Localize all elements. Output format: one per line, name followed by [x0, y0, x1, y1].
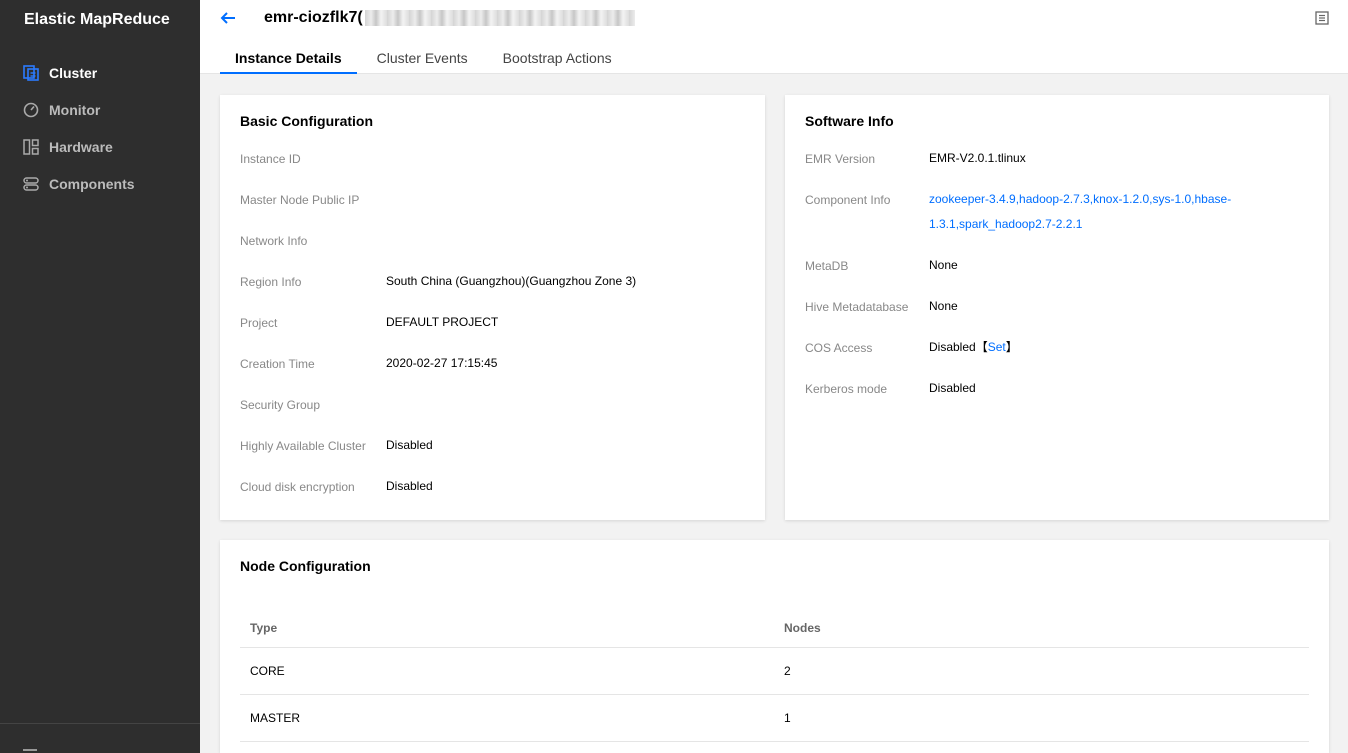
- card-title: Software Info: [805, 113, 894, 129]
- sidebar-item-label: Monitor: [49, 101, 101, 118]
- emr-version-label: EMR Version: [805, 152, 876, 166]
- ha-cluster-value: Disabled: [386, 438, 433, 452]
- cluster-icon: [23, 64, 39, 81]
- bracket-open: 【: [975, 340, 988, 354]
- network-info-label: Network Info: [240, 234, 308, 248]
- node-type: CORE: [250, 664, 285, 678]
- component-info-link-line2[interactable]: 1.3.1,spark_hadoop2.7-2.2.1: [929, 212, 1082, 237]
- hardware-icon: [23, 138, 39, 155]
- security-group-label: Security Group: [240, 398, 321, 412]
- app-brand: Elastic MapReduce: [24, 11, 170, 28]
- component-info-link-line1[interactable]: zookeeper-3.4.9,hadoop-2.7.3,knox-1.2.0,…: [929, 187, 1231, 212]
- basic-configuration-card: Basic Configuration Instance ID Master N…: [220, 95, 765, 520]
- hive-metadatabase-label: Hive Metadatabase: [805, 300, 909, 314]
- table-row: CORE 2: [240, 648, 1309, 695]
- sidebar-footer: [0, 723, 200, 753]
- node-count: 2: [784, 664, 791, 678]
- bracket-close: 】: [1005, 340, 1018, 354]
- creation-time-value: 2020-02-27 17:15:45: [386, 356, 498, 370]
- metadb-label: MetaDB: [805, 259, 849, 273]
- software-info-card: Software Info EMR Version EMR-V2.0.1.tli…: [785, 95, 1329, 520]
- document-icon[interactable]: [1314, 10, 1330, 26]
- cos-access-status: Disabled: [929, 340, 976, 354]
- hive-metadatabase-value: None: [929, 299, 958, 313]
- table-row: MASTER 1: [240, 695, 1309, 742]
- region-info-value: South China (Guangzhou)(Guangzhou Zone 3…: [386, 274, 637, 288]
- card-title: Basic Configuration: [240, 113, 374, 129]
- page-header: emr-ciozflk7( Instance Details Cluster E…: [200, 0, 1348, 74]
- tab-instance-details[interactable]: Instance Details: [220, 44, 357, 74]
- table-header: Type Nodes: [240, 608, 1309, 648]
- kerberos-mode-label: Kerberos mode: [805, 382, 888, 396]
- ha-cluster-label: Highly Available Cluster: [240, 439, 366, 453]
- card-title: Node Configuration: [240, 558, 371, 574]
- sidebar: Elastic MapReduce Cluster Monitor Hardwa…: [0, 0, 200, 753]
- cos-access-label: COS Access: [805, 341, 873, 355]
- project-value: DEFAULT PROJECT: [386, 315, 499, 329]
- menu-toggle-icon[interactable]: [23, 749, 37, 751]
- components-icon: [23, 176, 39, 192]
- component-info-label: Component Info: [805, 193, 891, 207]
- cluster-name: emr-ciozflk7(: [264, 9, 363, 26]
- sidebar-item-cluster[interactable]: Cluster: [0, 54, 200, 91]
- redacted-cluster-label: [364, 10, 635, 26]
- sidebar-item-monitor[interactable]: Monitor: [0, 91, 200, 128]
- sidebar-item-label: Components: [49, 175, 135, 192]
- page-title: emr-ciozflk7(: [264, 9, 635, 27]
- monitor-icon: [23, 102, 39, 118]
- tab-bar: Instance Details Cluster Events Bootstra…: [220, 44, 632, 74]
- sidebar-item-components[interactable]: Components: [0, 165, 200, 202]
- master-public-ip-label: Master Node Public IP: [240, 193, 360, 207]
- node-configuration-card: Node Configuration Type Nodes CORE 2 MAS…: [220, 540, 1329, 753]
- project-label: Project: [240, 316, 278, 330]
- column-nodes: Nodes: [784, 620, 821, 635]
- metadb-value: None: [929, 258, 958, 272]
- sidebar-nav: Cluster Monitor Hardware Components: [0, 54, 200, 202]
- disk-encryption-label: Cloud disk encryption: [240, 480, 355, 494]
- emr-version-value: EMR-V2.0.1.tlinux: [929, 151, 1026, 165]
- disk-encryption-value: Disabled: [386, 479, 433, 493]
- creation-time-label: Creation Time: [240, 357, 315, 371]
- cos-access-value: Disabled【Set】: [929, 335, 1018, 360]
- instance-id-label: Instance ID: [240, 152, 301, 166]
- sidebar-item-label: Cluster: [49, 64, 98, 81]
- tab-cluster-events[interactable]: Cluster Events: [362, 44, 483, 74]
- sidebar-item-label: Hardware: [49, 138, 113, 155]
- kerberos-mode-value: Disabled: [929, 381, 976, 395]
- back-arrow-icon[interactable]: [219, 9, 237, 27]
- column-type: Type: [250, 620, 278, 635]
- sidebar-item-hardware[interactable]: Hardware: [0, 128, 200, 165]
- cos-set-link[interactable]: Set: [988, 340, 1006, 354]
- node-count: 1: [784, 711, 791, 725]
- region-info-label: Region Info: [240, 275, 302, 289]
- node-type: MASTER: [250, 711, 301, 725]
- tab-bootstrap-actions[interactable]: Bootstrap Actions: [488, 44, 627, 74]
